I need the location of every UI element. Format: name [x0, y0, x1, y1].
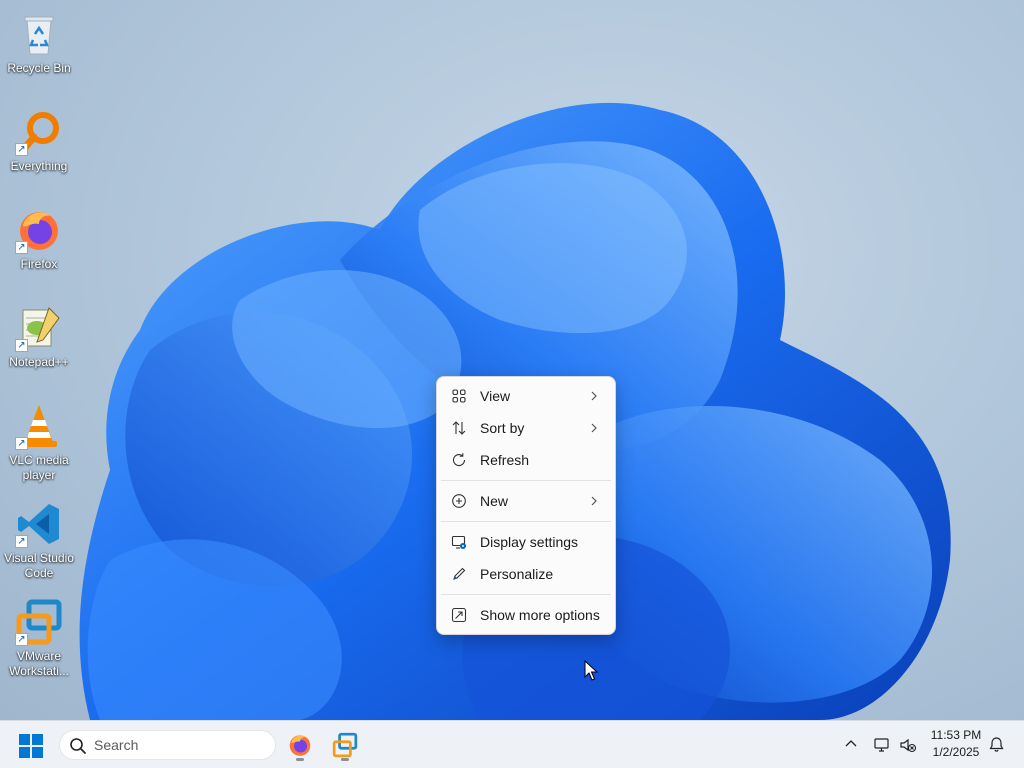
search-placeholder: Search — [94, 737, 139, 753]
desktop[interactable]: Recycle Bin ↗ Everything ↗ Firefox ↗ Not… — [0, 0, 1024, 720]
notification-bell-icon[interactable] — [988, 736, 1005, 753]
taskbar-search-box[interactable]: Search — [59, 730, 276, 760]
shortcut-arrow-icon: ↗ — [15, 535, 28, 548]
chevron-right-icon — [589, 420, 599, 436]
taskbar: Search 11:53 PM 1/2/2025 — [0, 720, 1024, 768]
chevron-right-icon — [589, 388, 599, 404]
menu-item-label: Show more options — [480, 607, 600, 623]
shortcut-arrow-icon: ↗ — [15, 241, 28, 254]
windows-logo-icon — [19, 734, 43, 758]
pencil-icon — [451, 566, 467, 582]
display-settings-icon — [451, 534, 467, 550]
desktop-icon-label: Firefox — [20, 257, 58, 271]
desktop-context-menu: View Sort by Refresh New Display setting… — [436, 376, 616, 635]
menu-item-display-settings[interactable]: Display settings — [441, 527, 611, 557]
desktop-icon-everything[interactable]: ↗ Everything — [2, 102, 76, 194]
desktop-icon-recycle-bin[interactable]: Recycle Bin — [2, 4, 76, 96]
desktop-icon-vlc[interactable]: ↗ VLC media player — [2, 396, 76, 488]
shortcut-arrow-icon: ↗ — [15, 339, 28, 352]
vmware-workstation-icon: ↗ — [15, 598, 63, 646]
show-hidden-icons-chevron-icon[interactable] — [843, 736, 859, 752]
desktop-icon-firefox[interactable]: ↗ Firefox — [2, 200, 76, 292]
system-clock[interactable]: 11:53 PM 1/2/2025 — [922, 727, 990, 761]
chevron-right-icon — [589, 493, 599, 509]
menu-item-show-more-options[interactable]: Show more options — [441, 600, 611, 630]
recycle-bin-icon — [15, 10, 63, 58]
network-icon[interactable] — [873, 736, 891, 754]
clock-date: 1/2/2025 — [932, 745, 980, 759]
menu-separator — [441, 594, 611, 595]
menu-separator — [441, 480, 611, 481]
menu-item-label: Refresh — [480, 452, 530, 468]
view-grid-icon — [451, 388, 467, 404]
volume-muted-icon[interactable] — [899, 736, 917, 754]
desktop-icon-label: Everything — [10, 159, 68, 173]
desktop-icon-label: VMware Workstati... — [9, 649, 69, 678]
running-indicator — [341, 758, 349, 761]
everything-search-icon: ↗ — [15, 108, 63, 156]
menu-item-label: View — [480, 388, 511, 404]
menu-item-label: New — [480, 493, 509, 509]
menu-item-view[interactable]: View — [441, 381, 611, 411]
menu-separator — [441, 521, 611, 522]
menu-item-label: Sort by — [480, 420, 525, 436]
shortcut-arrow-icon: ↗ — [15, 437, 28, 450]
taskbar-app-vmware[interactable] — [330, 729, 360, 761]
clock-time: 11:53 PM — [930, 728, 982, 742]
desktop-icon-label: Recycle Bin — [7, 61, 71, 75]
desktop-icon-vmware[interactable]: ↗ VMware Workstati... — [2, 592, 76, 684]
sort-arrows-icon — [451, 420, 467, 436]
menu-item-label: Personalize — [480, 566, 554, 582]
menu-item-new[interactable]: New — [441, 486, 611, 516]
menu-item-personalize[interactable]: Personalize — [441, 559, 611, 589]
refresh-icon — [451, 452, 467, 468]
vmware-workstation-icon — [332, 732, 358, 758]
desktop-icon-label: VLC media player — [9, 453, 69, 482]
menu-item-refresh[interactable]: Refresh — [441, 445, 611, 475]
shortcut-arrow-icon: ↗ — [15, 143, 28, 156]
desktop-icon-label: Notepad++ — [9, 355, 69, 369]
vlc-cone-icon: ↗ — [15, 402, 63, 450]
firefox-icon: ↗ — [15, 206, 63, 254]
firefox-icon — [289, 735, 311, 756]
plus-circle-icon — [451, 493, 467, 509]
notepad-plus-plus-icon: ↗ — [15, 304, 63, 352]
mouse-pointer-icon — [584, 660, 598, 681]
taskbar-app-firefox[interactable] — [285, 729, 315, 761]
menu-item-label: Display settings — [480, 534, 579, 550]
vscode-icon: ↗ — [15, 500, 63, 548]
start-button[interactable] — [18, 733, 44, 759]
search-icon — [70, 738, 86, 754]
desktop-icon-vscode[interactable]: ↗ Visual Studio Code — [2, 494, 76, 586]
show-more-options-icon — [451, 607, 467, 623]
running-indicator — [296, 758, 304, 761]
desktop-icon-label: Visual Studio Code — [4, 551, 74, 580]
menu-item-sort-by[interactable]: Sort by — [441, 413, 611, 443]
desktop-icon-notepad-plus-plus[interactable]: ↗ Notepad++ — [2, 298, 76, 390]
shortcut-arrow-icon: ↗ — [15, 633, 28, 646]
